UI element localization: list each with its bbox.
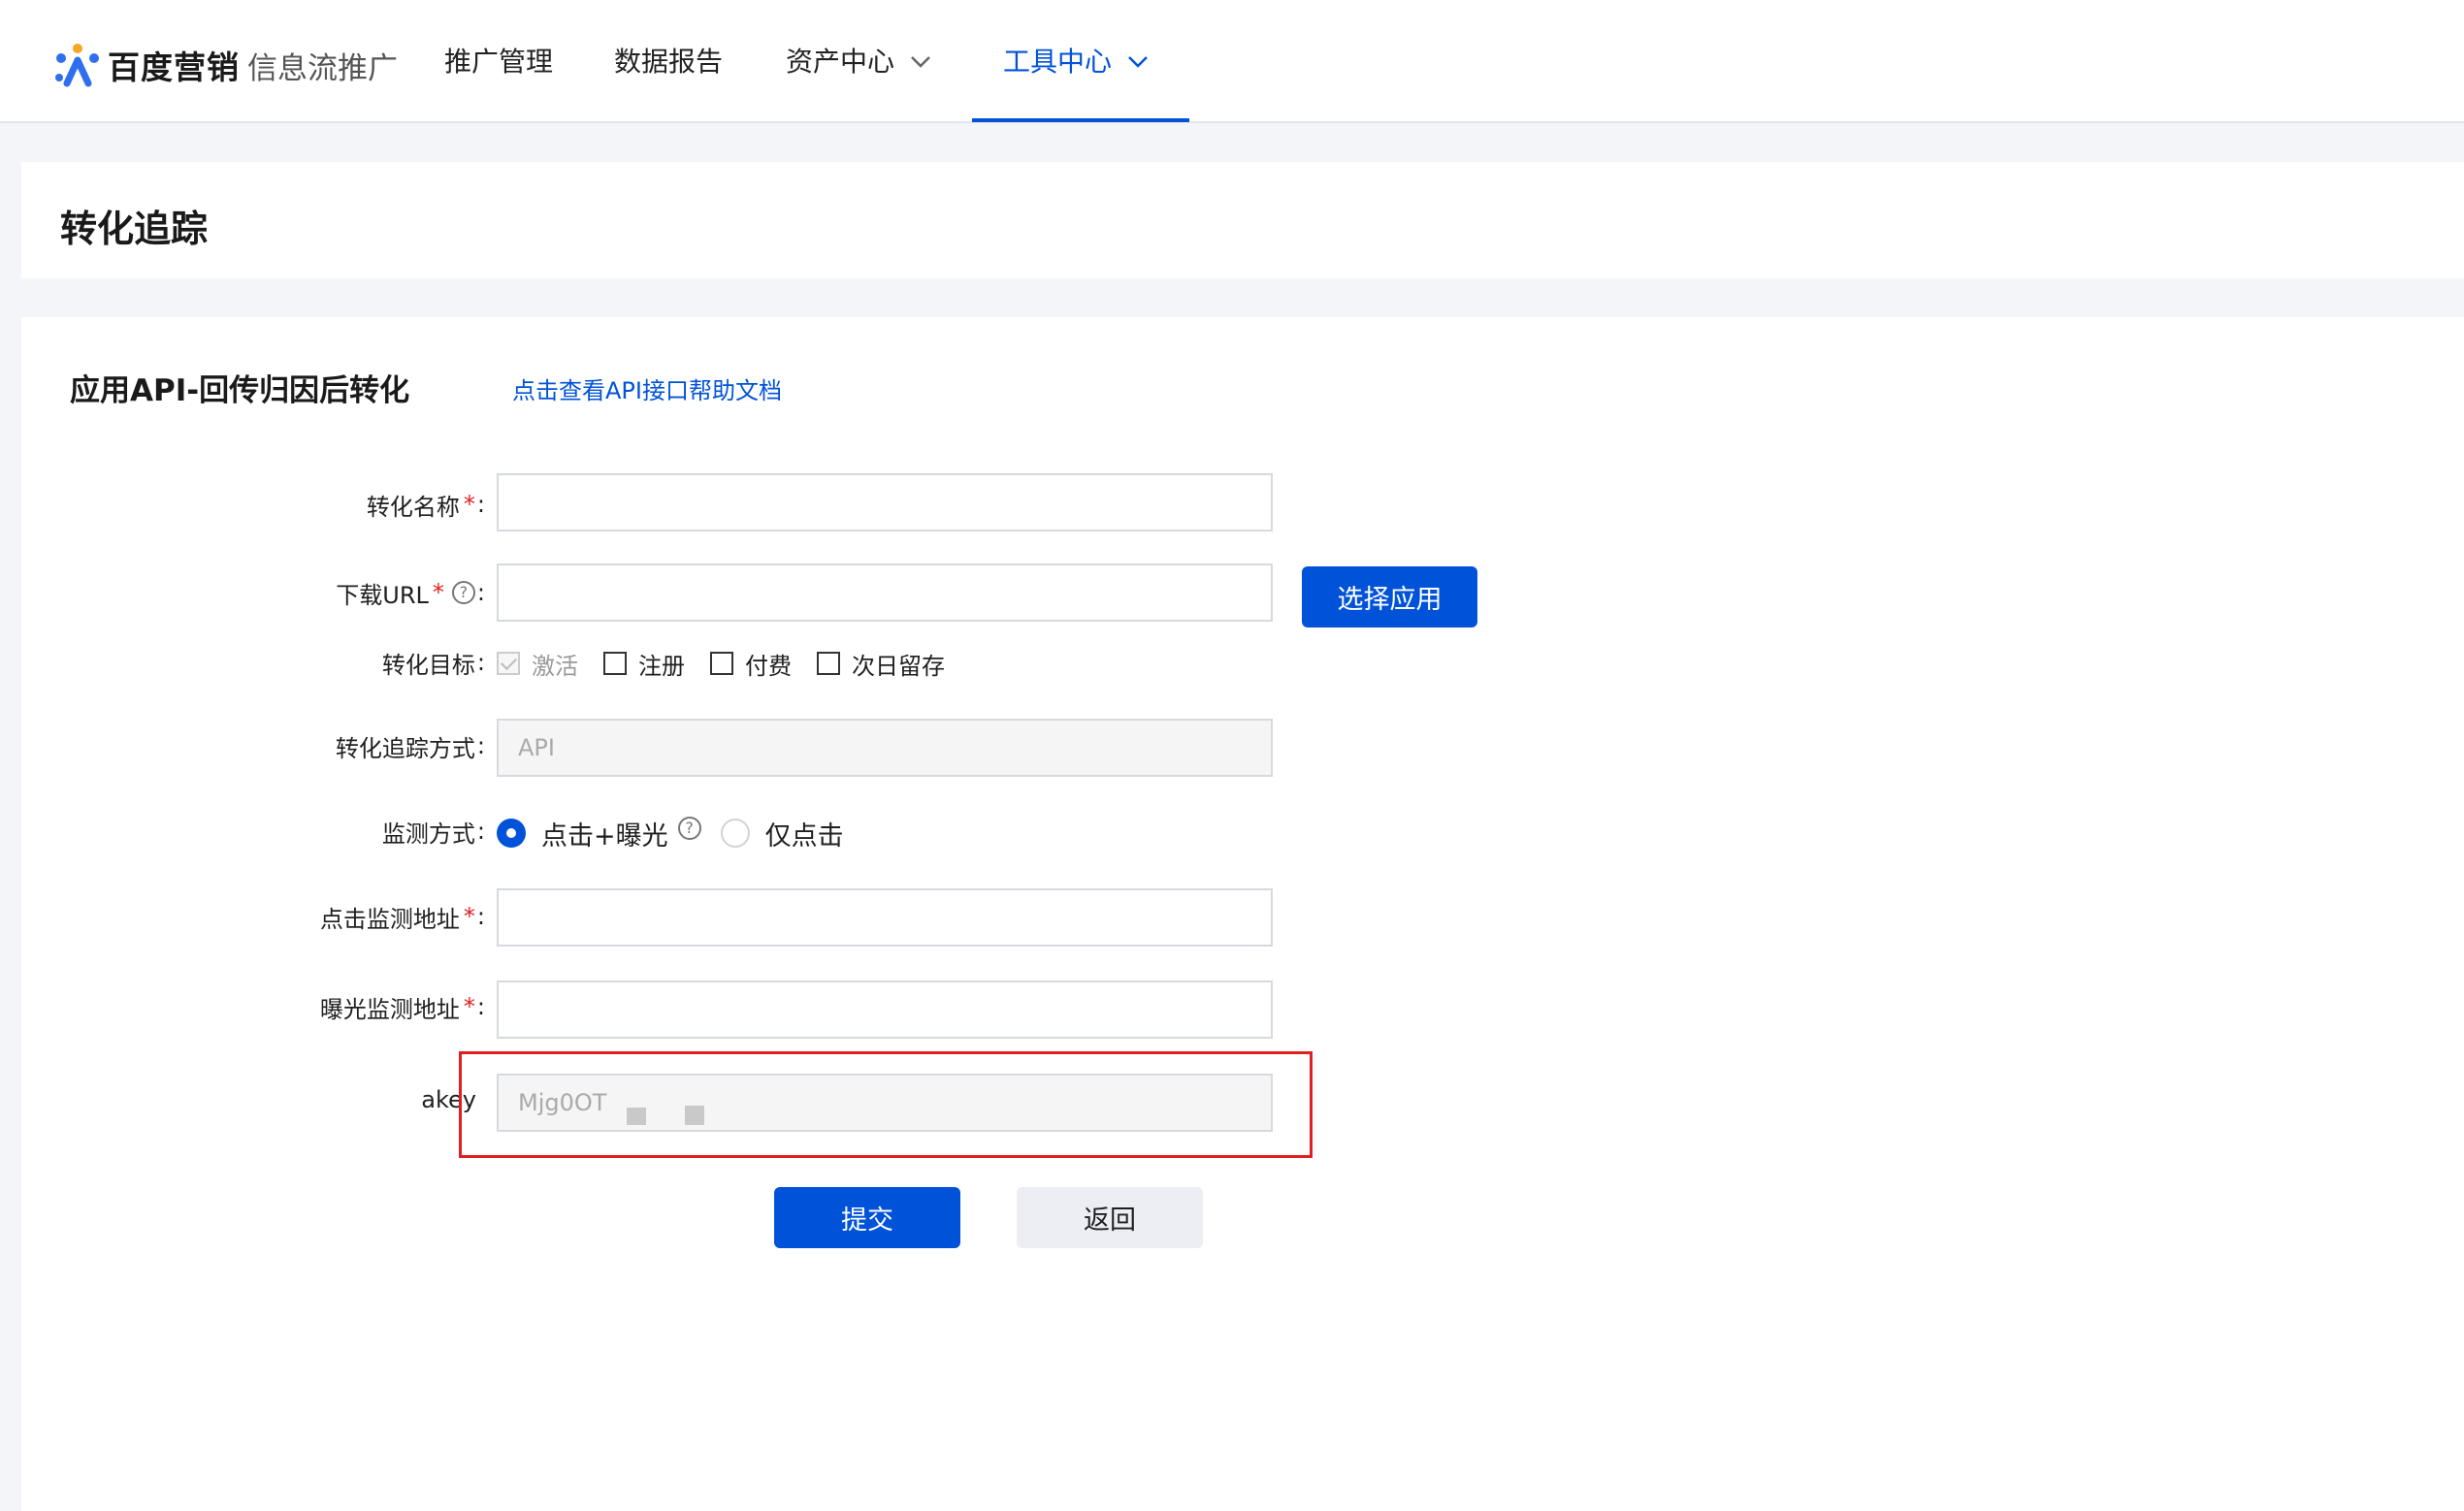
checkbox-register[interactable] xyxy=(603,652,627,675)
tracking-method-input xyxy=(497,719,1273,777)
label-colon: : xyxy=(476,579,485,606)
brand-logo[interactable]: 百度营销 信息流推广 xyxy=(53,41,398,89)
nav-asset-center[interactable]: 资产中心 xyxy=(786,43,931,81)
label-text: 点击监测地址 xyxy=(319,905,460,933)
conversion-name-input[interactable] xyxy=(497,473,1273,531)
radio-click-impression[interactable] xyxy=(497,819,526,848)
brand-name: 百度营销 xyxy=(108,48,240,86)
back-button[interactable]: 返回 xyxy=(1017,1187,1203,1248)
required-mark: * xyxy=(432,579,444,606)
product-name: 信息流推广 xyxy=(247,50,398,86)
label-text: 转化目标 xyxy=(381,651,475,679)
checkbox-label: 激活 xyxy=(532,652,578,680)
label-text: 转化追踪方式 xyxy=(335,734,475,762)
monitor-method-options: 点击+曝光 ? 仅点击 xyxy=(497,814,854,852)
help-question-icon[interactable]: ? xyxy=(451,581,475,604)
label-colon: : xyxy=(476,649,485,676)
akey-label: akey xyxy=(118,1080,476,1119)
section-title: 应用API-回传归因后转化 xyxy=(70,373,410,408)
label-text: 下载URL xyxy=(336,581,429,609)
checkbox-activation xyxy=(497,652,520,675)
chevron-down-icon xyxy=(1128,56,1148,68)
impression-monitor-url-input[interactable] xyxy=(497,981,1273,1039)
required-mark: * xyxy=(463,903,475,930)
page-header-card: 转化追踪 xyxy=(21,162,2464,278)
chevron-down-icon xyxy=(911,56,930,68)
nav-tool-center[interactable]: 工具中心 xyxy=(1003,43,1149,81)
required-mark: * xyxy=(463,491,475,518)
checkbox-label: 付费 xyxy=(745,652,792,680)
required-mark: * xyxy=(463,993,475,1020)
label-colon: : xyxy=(476,818,485,845)
label-colon: : xyxy=(476,491,485,518)
download-url-input[interactable] xyxy=(497,563,1273,622)
top-navigation: 百度营销 信息流推广 推广管理 数据报告 资产中心 工具中心 xyxy=(0,0,2464,123)
select-app-button[interactable]: 选择应用 xyxy=(1302,566,1477,627)
label-text: 曝光监测地址 xyxy=(319,995,460,1023)
download-url-label: 下载URL * ? : xyxy=(118,573,485,612)
conversion-goal-options: 激活 注册 付费 次日留存 xyxy=(497,647,970,680)
label-colon: : xyxy=(476,993,485,1020)
submit-button[interactable]: 提交 xyxy=(774,1187,960,1248)
baidu-marketing-logo-icon xyxy=(55,44,99,87)
akey-highlight-box xyxy=(459,1051,1313,1158)
monitor-method-label: 监测方式 : xyxy=(118,812,485,851)
click-monitor-url-label: 点击监测地址 * : xyxy=(118,897,485,936)
checkbox-label: 注册 xyxy=(638,652,685,680)
impression-monitor-url-label: 曝光监测地址 * : xyxy=(118,987,485,1026)
conversion-goal-label: 转化目标 : xyxy=(118,643,485,682)
radio-label: 仅点击 xyxy=(764,820,844,852)
click-monitor-url-input[interactable] xyxy=(497,888,1273,947)
label-text: 监测方式 xyxy=(381,820,475,848)
checkbox-payment[interactable] xyxy=(710,652,733,675)
nav-label: 工具中心 xyxy=(1003,46,1113,78)
conversion-name-label: 转化名称 * : xyxy=(118,485,485,524)
nav-label: 推广管理 xyxy=(444,46,554,78)
label-text: 转化名称 xyxy=(366,493,460,521)
form-card: 应用API-回传归因后转化 点击查看API接口帮助文档 转化名称 * : 下载U… xyxy=(21,317,2464,1511)
active-nav-indicator xyxy=(972,118,1189,122)
nav-data-report[interactable]: 数据报告 xyxy=(614,43,723,81)
label-colon: : xyxy=(476,732,485,759)
nav-label: 资产中心 xyxy=(786,46,895,78)
tracking-method-label: 转化追踪方式 : xyxy=(118,726,485,765)
checkbox-label: 次日留存 xyxy=(852,652,945,680)
nav-label: 数据报告 xyxy=(614,46,724,78)
api-help-link[interactable]: 点击查看API接口帮助文档 xyxy=(512,371,782,405)
help-question-icon[interactable]: ? xyxy=(677,817,701,840)
checkbox-next-day-retention[interactable] xyxy=(817,652,840,675)
radio-click-only[interactable] xyxy=(720,819,750,848)
radio-label: 点击+曝光 xyxy=(541,820,668,852)
label-colon: : xyxy=(476,903,485,930)
page-title: 转化追踪 xyxy=(60,208,209,250)
nav-promotion-management[interactable]: 推广管理 xyxy=(444,43,553,81)
